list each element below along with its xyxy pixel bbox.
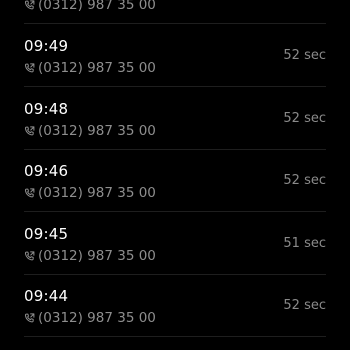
divider: [24, 336, 326, 337]
call-log-item[interactable]: 09:44 (0312) 987 35 00 52 sec: [0, 275, 350, 337]
divider: [24, 86, 326, 87]
call-duration: 52 sec: [283, 173, 326, 188]
call-time: 09:45: [24, 225, 69, 243]
call-log-item[interactable]: 09:46 (0312) 987 35 00 52 sec: [0, 150, 350, 212]
call-duration: 51 sec: [283, 236, 326, 251]
call-duration: 52 sec: [283, 111, 326, 126]
call-number: (0312) 987 35 00: [38, 0, 156, 13]
call-time: 09:49: [24, 37, 69, 55]
phone-outgoing-icon: [24, 0, 35, 9]
call-log-item[interactable]: 09:45 (0312) 987 35 00 51 sec: [0, 213, 350, 275]
call-number: (0312) 987 35 00: [38, 123, 156, 139]
phone-outgoing-icon: [24, 125, 35, 135]
phone-outgoing-icon: [24, 187, 35, 197]
call-log-item[interactable]: 09:48 (0312) 987 35 00 52 sec: [0, 88, 350, 150]
call-number: (0312) 987 35 00: [38, 310, 156, 326]
call-log-item[interactable]: 09:49 (0312) 987 35 00 52 sec: [0, 25, 350, 87]
call-time: 09:46: [24, 162, 69, 180]
call-history-list: (0312) 987 35 00 09:49 (0312) 987 35 00 …: [0, 0, 350, 350]
call-duration: 52 sec: [283, 48, 326, 63]
call-number: (0312) 987 35 00: [38, 60, 156, 76]
phone-outgoing-icon: [24, 312, 35, 322]
call-log-item[interactable]: (0312) 987 35 00: [0, 0, 350, 24]
call-duration: 52 sec: [283, 298, 326, 313]
phone-outgoing-icon: [24, 250, 35, 260]
call-number: (0312) 987 35 00: [38, 185, 156, 201]
divider: [24, 211, 326, 212]
call-time: 09:48: [24, 100, 69, 118]
phone-outgoing-icon: [24, 62, 35, 72]
call-time: 09:44: [24, 287, 69, 305]
call-number: (0312) 987 35 00: [38, 248, 156, 264]
divider: [24, 23, 326, 24]
